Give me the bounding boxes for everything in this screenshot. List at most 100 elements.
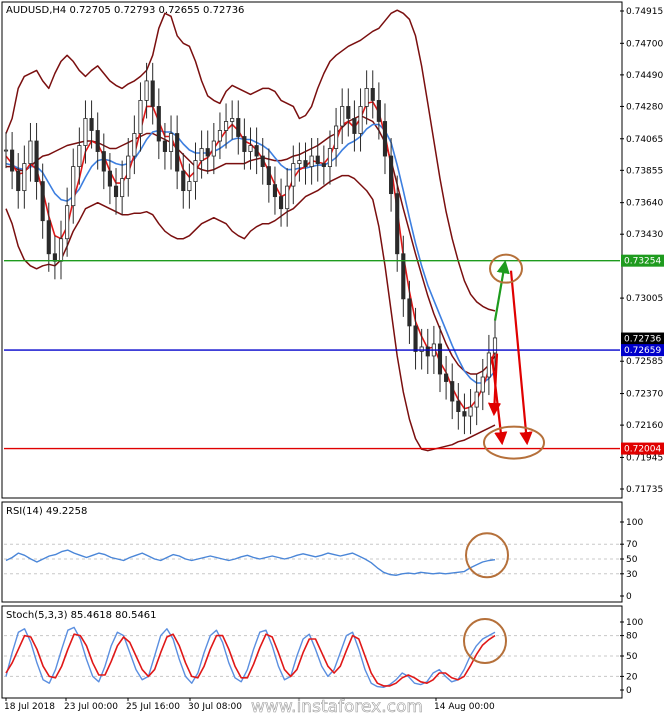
price-bar-body <box>462 411 467 417</box>
chart-header: AUDUSD,H4 0.72705 0.72793 0.72655 0.7273… <box>6 5 244 16</box>
price-bar-body <box>10 149 15 172</box>
price-bar-body <box>437 343 443 375</box>
oscillator-tick-label: 0 <box>626 686 632 696</box>
price-bar-body <box>181 170 186 192</box>
oscillator-tick-label: 100 <box>626 618 643 628</box>
price-bar-body <box>83 118 88 146</box>
price-bar-body <box>456 400 461 412</box>
price-bar-body <box>162 140 167 152</box>
price-bar-body <box>3 149 9 152</box>
time-axis-label: 25 Jul 16:00 <box>126 702 180 712</box>
price-bar-body <box>315 155 320 164</box>
price-bar-body <box>327 148 333 167</box>
price-bar-body <box>346 106 351 119</box>
oscillator-tick-label: 50 <box>626 652 638 662</box>
price-bar-body <box>425 346 430 357</box>
price-bar-body <box>450 381 455 402</box>
oscillator-tick-label: 20 <box>626 672 638 682</box>
price-bar-body <box>444 373 449 382</box>
price-bar-body <box>175 133 180 172</box>
chart-window: 0.74915 0.74700 0.74490 0.74280 0.74065 0.738… <box>0 0 665 718</box>
price-bar-body <box>260 155 265 167</box>
oscillator-tick-label: 100 <box>626 518 643 528</box>
price-bar-body <box>58 238 64 262</box>
oscillator-tick-label: 70 <box>626 540 638 550</box>
price-bar-body <box>413 325 418 352</box>
oscillator-tick-label: 0 <box>626 592 632 602</box>
price-tick-label: 0.73005 <box>626 294 663 304</box>
price-bar-body <box>132 133 137 157</box>
price-panel: 0.74915 0.74700 0.74490 0.74280 0.74065 0.738… <box>1 1 664 499</box>
price-bar-body <box>46 220 51 255</box>
price-bar-body <box>334 125 339 149</box>
price-bar-body <box>266 166 271 186</box>
oscillator-tick-label: 50 <box>626 555 638 565</box>
price-tick-label: 0.71945 <box>626 453 663 463</box>
price-bar-body <box>254 145 259 157</box>
price-bar-body <box>89 118 94 131</box>
price-bar-body <box>168 133 174 152</box>
level-price-label: 0.72004 <box>624 445 661 455</box>
price-bar-body <box>285 185 290 210</box>
time-axis-label: 30 Jul 08:00 <box>188 702 242 712</box>
price-bar-body <box>40 181 45 222</box>
price-tick-label: 0.74915 <box>626 7 663 17</box>
level-price-label: 0.73254 <box>624 257 661 267</box>
price-tick-label: 0.73430 <box>626 230 663 240</box>
price-bar-body <box>309 155 314 167</box>
stoch-label: Stoch(5,3,3) 85.4618 80.5461 <box>6 610 157 621</box>
price-bar-body <box>217 130 223 142</box>
price-bar-body <box>382 121 388 157</box>
price-panel-frame <box>1 1 623 499</box>
price-tick-label: 0.74700 <box>626 39 663 49</box>
price-bar-body <box>223 121 229 131</box>
price-bar-body <box>407 298 412 327</box>
price-bar-body <box>297 160 302 164</box>
price-bar-body <box>248 145 253 152</box>
level-price-label: 0.72659 <box>624 346 661 356</box>
price-bar-body <box>22 163 27 192</box>
price-tick-label: 0.72370 <box>626 390 663 400</box>
price-bar-body <box>144 80 149 101</box>
trading-chart: 0.74915 0.74700 0.74490 0.74280 0.74065 0.738… <box>1 1 664 717</box>
stoch-panel: 100 80 50 20 0 Stoch(5,3,3) 85.4618 80.5461 <box>1 605 643 699</box>
price-bar-body <box>370 88 375 101</box>
price-bar-body <box>474 391 479 408</box>
price-bar-body <box>205 148 210 157</box>
time-axis-label: 18 Jul 2018 <box>4 702 55 712</box>
price-bar-body <box>272 184 278 198</box>
rsi-panel-frame <box>1 501 623 603</box>
price-bar-body <box>364 88 369 107</box>
price-bar-body <box>28 140 33 164</box>
price-tick-label: 0.74490 <box>626 71 663 81</box>
price-bar-body <box>242 136 247 152</box>
price-bar-body <box>291 163 296 187</box>
price-bar-body <box>468 406 473 417</box>
price-bar-body <box>138 100 143 134</box>
price-bar-body <box>150 80 155 107</box>
price-bar-body <box>187 181 192 192</box>
price-bar-body <box>211 140 216 157</box>
price-bar-body <box>376 100 381 122</box>
price-bar-body <box>352 118 357 134</box>
price-tick-label: 0.73640 <box>626 199 663 209</box>
price-bar-body <box>340 106 345 127</box>
oscillator-tick-label: 30 <box>626 570 638 580</box>
price-bar-body <box>71 166 76 207</box>
price-bar-body <box>230 118 235 122</box>
price-bar-body <box>126 155 131 180</box>
price-bar-body <box>16 170 21 192</box>
price-bar-body <box>107 170 112 187</box>
level-price-label: 0.72736 <box>624 335 661 345</box>
price-tick-label: 0.74065 <box>626 135 663 145</box>
price-bar-body <box>156 106 161 142</box>
price-bar-body <box>358 106 363 134</box>
price-bar-body <box>395 193 400 255</box>
price-bar-body <box>236 118 241 137</box>
time-axis-label: 14 Aug 00:00 <box>434 702 495 712</box>
price-tick-label: 0.72160 <box>626 421 663 431</box>
price-bar-body <box>95 130 100 152</box>
price-bar-body <box>120 178 125 198</box>
price-tick-label: 0.73855 <box>626 166 663 176</box>
price-bar-body <box>34 140 39 183</box>
